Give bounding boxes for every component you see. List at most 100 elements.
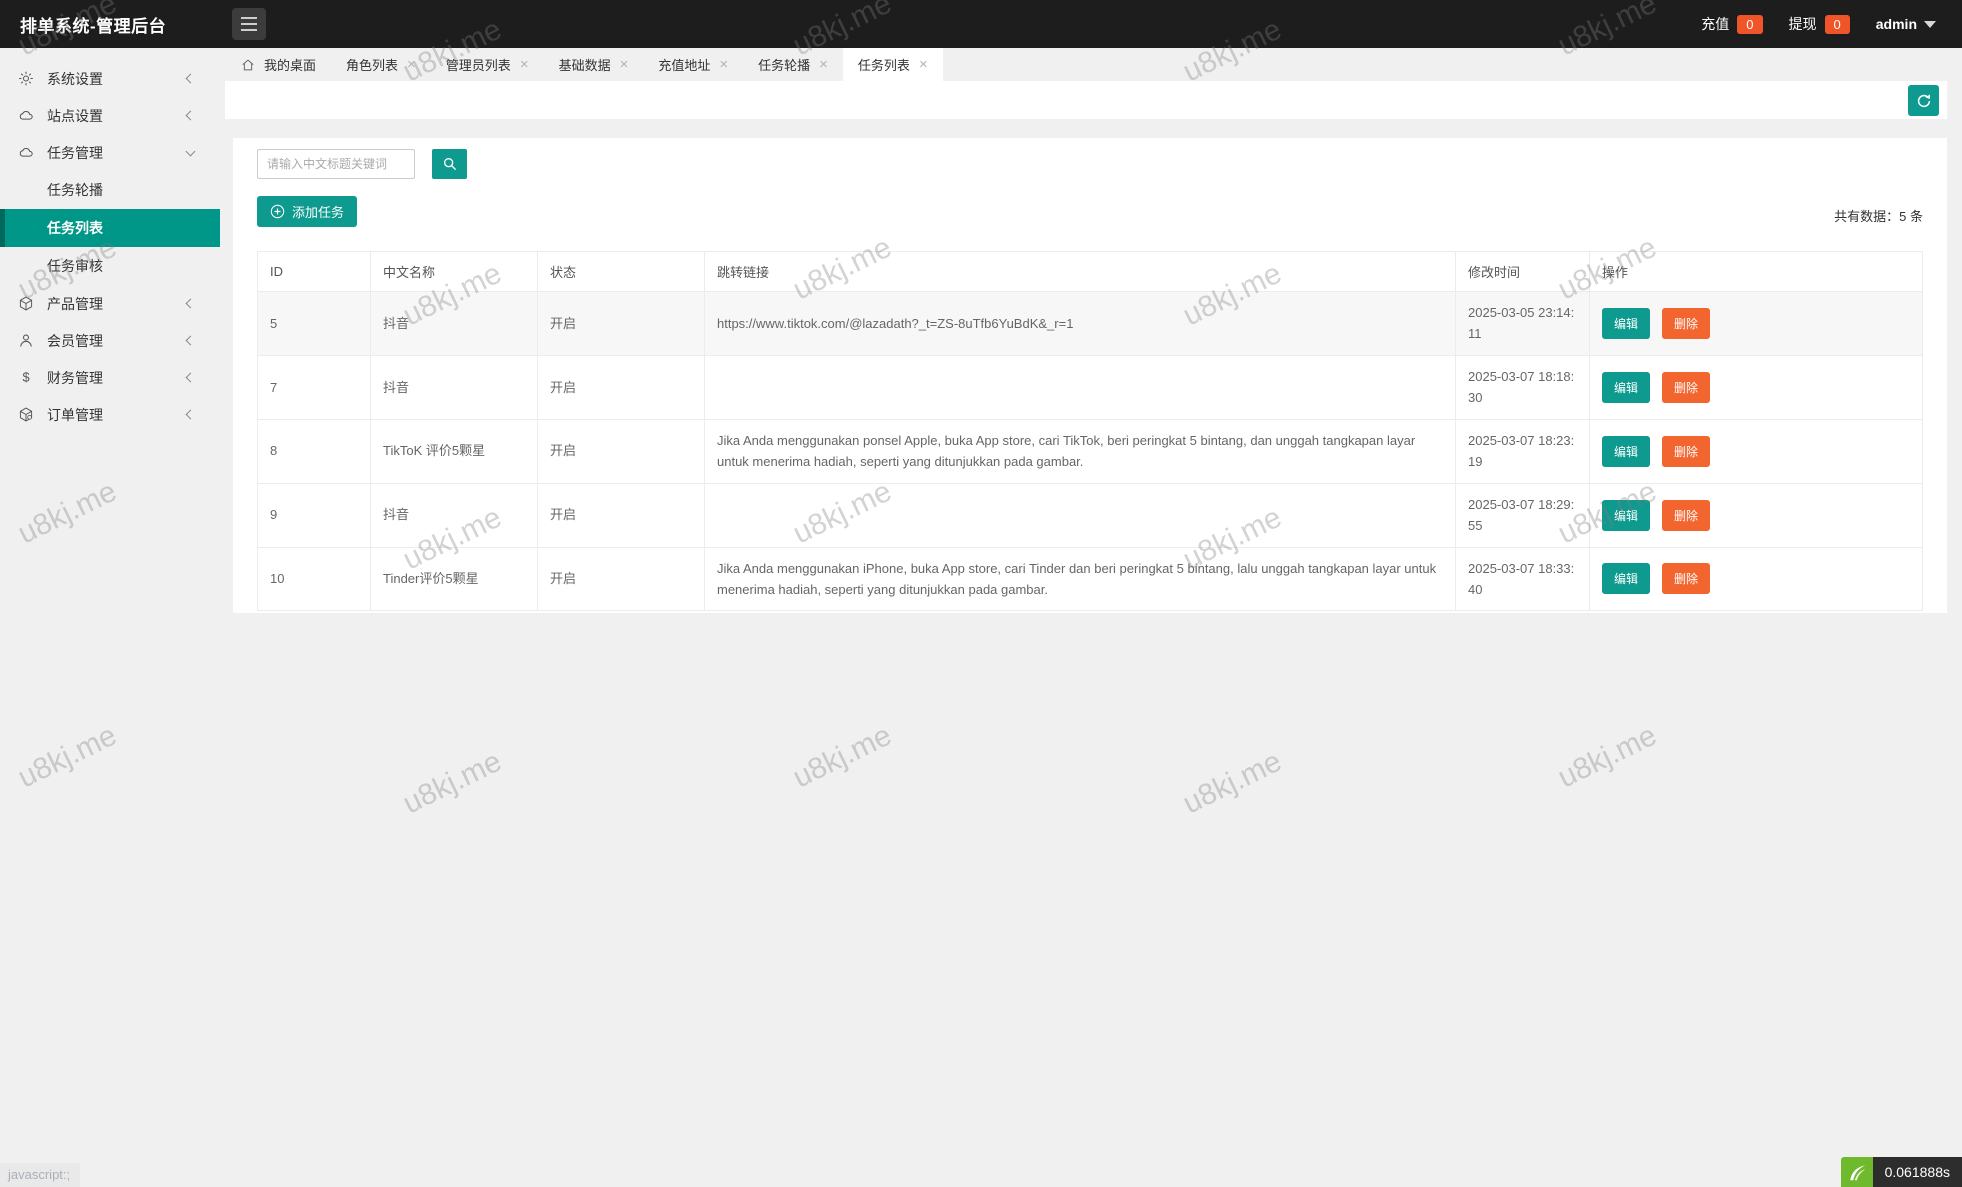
cell-link	[705, 355, 1456, 419]
cell-ops: 编辑删除	[1590, 547, 1923, 611]
delete-button[interactable]: 删除	[1662, 436, 1710, 467]
tab-my-desktop[interactable]: 我的桌面	[226, 48, 331, 81]
sidebar-item-product-management[interactable]: 产品管理	[0, 285, 220, 322]
recharge-label: 充值	[1701, 14, 1729, 34]
cell-id: 7	[258, 355, 371, 419]
tab-base-data[interactable]: 基础数据 ×	[544, 48, 644, 81]
sidebar-item-task-management[interactable]: 任务管理	[0, 134, 220, 171]
browser-status-text: javascript:;	[0, 1163, 80, 1187]
sidebar-item-label: 任务审核	[47, 256, 103, 276]
sidebar-item-order-management[interactable]: 订单管理	[0, 396, 220, 433]
tab-role-list[interactable]: 角色列表 ×	[331, 48, 431, 81]
cell-ops: 编辑删除	[1590, 292, 1923, 356]
cell-ops: 编辑删除	[1590, 483, 1923, 547]
record-count: 共有数据：5 条	[1834, 206, 1923, 227]
close-icon[interactable]: ×	[719, 57, 728, 72]
tab-task-carousel[interactable]: 任务轮播 ×	[743, 48, 843, 81]
gear-icon	[18, 70, 34, 88]
sidebar-item-task-audit[interactable]: 任务审核	[0, 247, 220, 285]
delete-button[interactable]: 删除	[1662, 563, 1710, 594]
plus-circle-icon	[270, 204, 285, 219]
edit-button[interactable]: 编辑	[1602, 436, 1650, 467]
table-row: 9 抖音 开启 2025-03-07 18:29:55 编辑删除	[258, 483, 1923, 547]
delete-button[interactable]: 删除	[1662, 500, 1710, 531]
table-row: 10 Tinder评价5颗星 开启 Jika Anda menggunakan …	[258, 547, 1923, 611]
cell-name: 抖音	[371, 355, 538, 419]
sidebar-item-site-settings[interactable]: 站点设置	[0, 97, 220, 134]
add-task-button[interactable]: 添加任务	[257, 196, 357, 227]
tab-admin-list[interactable]: 管理员列表 ×	[431, 48, 544, 81]
header-status: 状态	[538, 252, 705, 292]
refresh-button[interactable]	[1908, 85, 1939, 116]
close-icon[interactable]: ×	[919, 57, 928, 72]
main-region: 我的桌面 角色列表 × 管理员列表 × 基础数据 × 充值地址 × 任务轮播 ×…	[220, 48, 1962, 1187]
sidebar-item-task-list[interactable]: 任务列表	[0, 209, 220, 247]
user-icon	[18, 332, 34, 350]
search-row	[257, 149, 1923, 179]
tab-recharge-address[interactable]: 充值地址 ×	[643, 48, 743, 81]
content-panel: 添加任务 共有数据：5 条 ID 中文名称 状态 跳转链接 修改时间 操作	[233, 138, 1947, 613]
header-link: 跳转链接	[705, 252, 1456, 292]
cell-ops: 编辑删除	[1590, 419, 1923, 483]
box-icon	[18, 406, 34, 424]
cell-status: 开启	[538, 547, 705, 611]
delete-button[interactable]: 删除	[1662, 308, 1710, 339]
withdraw-count-badge: 0	[1825, 15, 1850, 34]
tab-bar: 我的桌面 角色列表 × 管理员列表 × 基础数据 × 充值地址 × 任务轮播 ×…	[220, 48, 1962, 81]
cell-name: Tinder评价5颗星	[371, 547, 538, 611]
edit-button[interactable]: 编辑	[1602, 563, 1650, 594]
topbar: 排单系统-管理后台 充值 0 提现 0 admin	[0, 0, 1962, 48]
search-input[interactable]	[257, 149, 415, 179]
cell-status: 开启	[538, 355, 705, 419]
close-icon[interactable]: ×	[407, 57, 416, 72]
edit-button[interactable]: 编辑	[1602, 500, 1650, 531]
cell-time: 2025-03-07 18:29:55	[1456, 483, 1590, 547]
delete-button[interactable]: 删除	[1662, 372, 1710, 403]
table-row: 5 抖音 开启 https://www.tiktok.com/@lazadath…	[258, 292, 1923, 356]
tab-label: 任务轮播	[758, 55, 810, 74]
chevron-down-icon	[1924, 21, 1936, 28]
header-ops: 操作	[1590, 252, 1923, 292]
edit-button[interactable]: 编辑	[1602, 308, 1650, 339]
cell-status: 开启	[538, 292, 705, 356]
sidebar-item-member-management[interactable]: 会员管理	[0, 322, 220, 359]
cell-id: 10	[258, 547, 371, 611]
cell-id: 8	[258, 419, 371, 483]
cell-time: 2025-03-07 18:18:30	[1456, 355, 1590, 419]
cell-link: Jika Anda menggunakan ponsel Apple, buka…	[705, 419, 1456, 483]
recharge-count-badge: 0	[1737, 15, 1762, 34]
header-time: 修改时间	[1456, 252, 1590, 292]
hamburger-icon[interactable]	[232, 8, 266, 40]
withdraw-link[interactable]: 提现 0	[1789, 14, 1850, 34]
sidebar-item-finance-management[interactable]: $ 财务管理	[0, 359, 220, 396]
sidebar-item-system-settings[interactable]: 系统设置	[0, 60, 220, 97]
close-icon[interactable]: ×	[819, 57, 828, 72]
trace-bar[interactable]: 0.061888s	[1841, 1157, 1962, 1187]
cube-icon	[18, 295, 34, 313]
search-button[interactable]	[432, 149, 467, 179]
tab-label: 基础数据	[559, 55, 611, 74]
header-name: 中文名称	[371, 252, 538, 292]
cell-link	[705, 483, 1456, 547]
sidebar-item-task-carousel[interactable]: 任务轮播	[0, 171, 220, 209]
table-header-row: ID 中文名称 状态 跳转链接 修改时间 操作	[258, 252, 1923, 292]
withdraw-label: 提现	[1789, 14, 1817, 34]
refresh-icon	[1915, 92, 1933, 110]
header-id: ID	[258, 252, 371, 292]
cell-id: 5	[258, 292, 371, 356]
edit-button[interactable]: 编辑	[1602, 372, 1650, 403]
sidebar-item-label: 任务轮播	[47, 180, 103, 200]
app-title: 排单系统-管理后台	[0, 12, 220, 37]
cell-link: Jika Anda menggunakan iPhone, buka App s…	[705, 547, 1456, 611]
close-icon[interactable]: ×	[520, 57, 529, 72]
cell-name: 抖音	[371, 483, 538, 547]
cell-id: 9	[258, 483, 371, 547]
tab-label: 任务列表	[858, 55, 910, 74]
recharge-link[interactable]: 充值 0	[1701, 14, 1762, 34]
tab-task-list[interactable]: 任务列表 ×	[843, 48, 943, 81]
user-menu[interactable]: admin	[1876, 16, 1936, 32]
close-icon[interactable]: ×	[620, 57, 629, 72]
add-task-label: 添加任务	[292, 202, 344, 221]
toolbar-strip	[225, 81, 1947, 119]
thinkphp-leaf-icon	[1841, 1157, 1873, 1187]
